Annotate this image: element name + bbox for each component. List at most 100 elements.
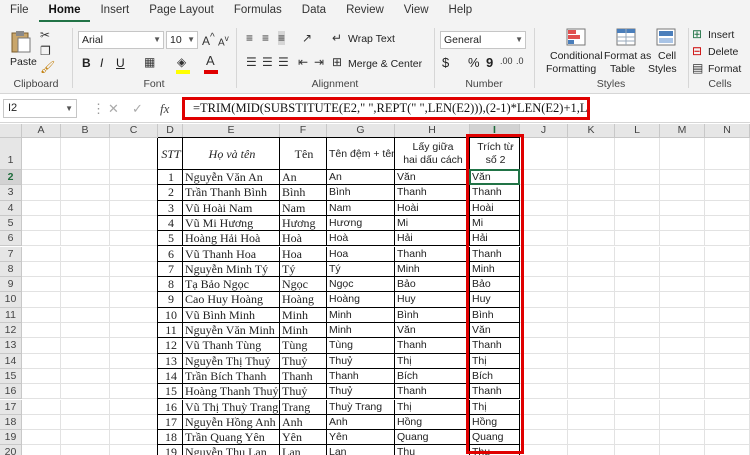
- cell-C18[interactable]: [110, 414, 158, 431]
- cell-B6[interactable]: [61, 231, 110, 247]
- row-header-7[interactable]: 7: [0, 246, 22, 262]
- cell-J16[interactable]: [520, 384, 568, 400]
- cell-J7[interactable]: [520, 246, 568, 262]
- wrap-text-icon[interactable]: ↵: [332, 31, 342, 45]
- cell-L8[interactable]: [615, 261, 660, 278]
- cell-N12[interactable]: [705, 323, 750, 339]
- table-cell[interactable]: Vũ Thị Thuỳ Trang: [183, 399, 280, 415]
- align-middle-icon[interactable]: ≡: [262, 31, 269, 45]
- merge-icon[interactable]: ⊞: [332, 55, 342, 69]
- cell-K17[interactable]: [568, 399, 615, 415]
- align-right-icon[interactable]: ☰: [278, 55, 289, 69]
- cell-styles-icon[interactable]: [656, 28, 676, 46]
- table-cell[interactable]: 6: [158, 246, 183, 262]
- cell-B3[interactable]: [61, 185, 110, 201]
- cell-N3[interactable]: [705, 185, 750, 201]
- cell-C4[interactable]: [110, 200, 158, 216]
- cell-C17[interactable]: [110, 399, 158, 415]
- cell-B18[interactable]: [61, 414, 110, 431]
- table-cell[interactable]: Hoà: [280, 231, 327, 247]
- table-cell[interactable]: Ngọc: [327, 277, 395, 293]
- row-header-9[interactable]: 9: [0, 277, 22, 293]
- cell-B16[interactable]: [61, 384, 110, 400]
- cell-K5[interactable]: [568, 215, 615, 232]
- cell-N5[interactable]: [705, 215, 750, 232]
- cell-J15[interactable]: [520, 368, 568, 385]
- font-size-select[interactable]: 10 ▼: [166, 31, 198, 49]
- align-top-icon[interactable]: ≡: [246, 31, 253, 45]
- cell-N9[interactable]: [705, 277, 750, 293]
- table-cell[interactable]: 11: [158, 323, 183, 339]
- cell-J10[interactable]: [520, 292, 568, 308]
- table-cell[interactable]: Quang: [470, 430, 520, 446]
- cell-J19[interactable]: [520, 430, 568, 446]
- table-cell[interactable]: Nguyễn Thị Thuỷ: [183, 353, 280, 369]
- conditional-formatting-button[interactable]: Conditional: [550, 50, 603, 62]
- cell-M10[interactable]: [660, 292, 705, 308]
- cell-C12[interactable]: [110, 323, 158, 339]
- cell-J18[interactable]: [520, 414, 568, 431]
- cell-B17[interactable]: [61, 399, 110, 415]
- table-cell[interactable]: Tạ Bảo Ngọc: [183, 277, 280, 293]
- italic-button[interactable]: I: [100, 56, 103, 70]
- row-header-11[interactable]: 11: [0, 307, 22, 323]
- table-cell[interactable]: Thanh: [395, 246, 470, 262]
- cell-N10[interactable]: [705, 292, 750, 308]
- table-cell[interactable]: 15: [158, 384, 183, 400]
- cell-K7[interactable]: [568, 246, 615, 262]
- cell-C19[interactable]: [110, 430, 158, 446]
- row-header-8[interactable]: 8: [0, 261, 22, 278]
- cell-B13[interactable]: [61, 338, 110, 354]
- cell-A10[interactable]: [22, 292, 61, 308]
- table-cell[interactable]: Anh: [327, 414, 395, 431]
- cell-M1[interactable]: [660, 138, 705, 170]
- table-cell[interactable]: An: [280, 170, 327, 186]
- cell-L14[interactable]: [615, 353, 660, 369]
- cell-B8[interactable]: [61, 261, 110, 278]
- table-cell[interactable]: Thanh: [470, 384, 520, 400]
- font-name-select[interactable]: Arial ▼: [78, 31, 164, 49]
- table-cell[interactable]: Bình: [280, 185, 327, 201]
- cell-B10[interactable]: [61, 292, 110, 308]
- table-cell[interactable]: 19: [158, 445, 183, 455]
- cell-C15[interactable]: [110, 368, 158, 385]
- table-cell[interactable]: Quang: [395, 430, 470, 446]
- enter-icon[interactable]: ✓: [132, 101, 143, 117]
- cell-J5[interactable]: [520, 215, 568, 232]
- table-cell[interactable]: Vũ Bình Minh: [183, 307, 280, 323]
- cell-C6[interactable]: [110, 231, 158, 247]
- cell-A17[interactable]: [22, 399, 61, 415]
- cell-C10[interactable]: [110, 292, 158, 308]
- table-cell[interactable]: Thị: [470, 353, 520, 369]
- cell-N13[interactable]: [705, 338, 750, 354]
- table-cell[interactable]: Lan: [280, 445, 327, 455]
- table-cell[interactable]: Hương: [280, 215, 327, 232]
- row-header-18[interactable]: 18: [0, 414, 22, 431]
- cell-A20[interactable]: [22, 445, 61, 455]
- cell-M2[interactable]: [660, 170, 705, 186]
- cell-N18[interactable]: [705, 414, 750, 431]
- table-cell[interactable]: Bình: [470, 307, 520, 323]
- cell-A4[interactable]: [22, 200, 61, 216]
- cell-N19[interactable]: [705, 430, 750, 446]
- name-box[interactable]: I2 ▼: [3, 99, 77, 118]
- paste-icon[interactable]: [10, 30, 32, 54]
- table-cell[interactable]: Trần Bích Thanh: [183, 368, 280, 385]
- table-cell[interactable]: Huy: [395, 292, 470, 308]
- cell-K6[interactable]: [568, 231, 615, 247]
- cell-K11[interactable]: [568, 307, 615, 323]
- column-header-b[interactable]: B: [61, 124, 110, 138]
- cell-N1[interactable]: [705, 138, 750, 170]
- increase-font-icon[interactable]: A^: [202, 32, 215, 48]
- percent-button[interactable]: %: [468, 55, 480, 70]
- bold-button[interactable]: B: [82, 56, 91, 70]
- cancel-icon[interactable]: ✕: [108, 101, 119, 117]
- table-cell[interactable]: Nguyễn Hồng Anh: [183, 414, 280, 431]
- cell-J14[interactable]: [520, 353, 568, 369]
- tab-formulas[interactable]: Formulas: [224, 0, 292, 22]
- cell-C1[interactable]: [110, 138, 158, 170]
- table-cell[interactable]: Bảo: [395, 277, 470, 293]
- cell-N2[interactable]: [705, 170, 750, 186]
- table-cell[interactable]: 10: [158, 307, 183, 323]
- cell-N15[interactable]: [705, 368, 750, 385]
